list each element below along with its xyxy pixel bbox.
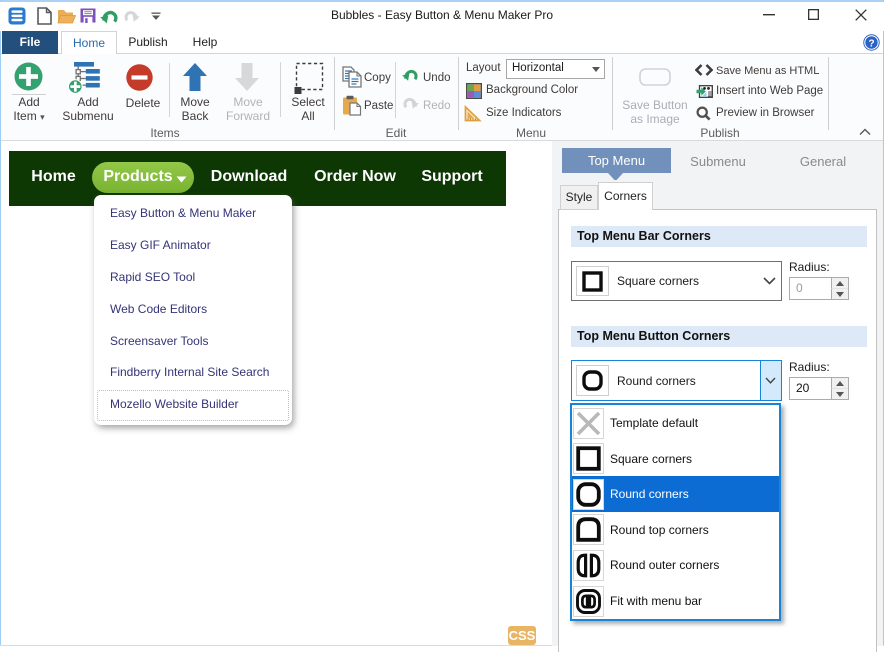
svg-text:?: ? [868, 38, 874, 49]
